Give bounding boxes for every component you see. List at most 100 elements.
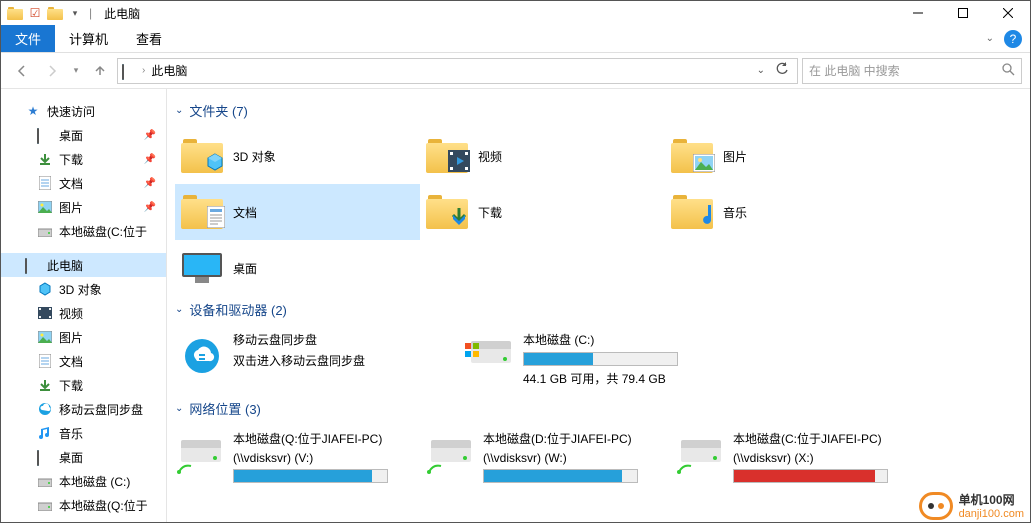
sidebar-item[interactable]: 3D 对象: [1, 277, 166, 301]
sidebar-item[interactable]: 移动云盘同步盘: [1, 397, 166, 421]
folder-name: 视频: [478, 148, 502, 165]
folder-name: 3D 对象: [233, 148, 276, 165]
sidebar-item[interactable]: 本地磁盘(Q:位于: [1, 493, 166, 517]
group-header-network[interactable]: ⌄ 网络位置 (3): [175, 399, 1022, 418]
ribbon: 文件 计算机 查看 ⌄ ?: [1, 25, 1030, 53]
search-box[interactable]: [802, 58, 1022, 84]
sidebar-item[interactable]: 桌面📌: [1, 123, 166, 147]
sidebar-item-label: 图片: [59, 199, 83, 216]
sidebar-quick-access[interactable]: ★ 快速访问: [1, 99, 166, 123]
folder-name: 文档: [233, 204, 257, 221]
sidebar-item-label: 3D 对象: [59, 281, 102, 298]
ribbon-tab-file[interactable]: 文件: [1, 25, 55, 52]
qat-newfolder-icon[interactable]: [47, 5, 63, 21]
folder-name: 下载: [478, 204, 502, 221]
network-drive-tile[interactable]: 本地磁盘(Q:位于JIAFEI-PC) (\\vdisksvr) (V:): [175, 426, 425, 494]
folder-name: 桌面: [233, 260, 257, 277]
navbar: ▾ › 此电脑 ⌄: [1, 53, 1030, 89]
drive-path: (\\vdisksvr) (V:): [233, 451, 388, 465]
network-drive-tile[interactable]: 本地磁盘(C:位于JIAFEI-PC)(\\vdisksvr) (X:): [675, 426, 925, 494]
minimize-button[interactable]: [895, 1, 940, 25]
sidebar-item[interactable]: 视频: [1, 301, 166, 325]
network-drive-icon: [681, 434, 723, 476]
usage-bar: [523, 352, 678, 366]
item-icon: [37, 151, 53, 167]
sidebar-item[interactable]: 下载 📌: [1, 147, 166, 171]
item-icon: [37, 305, 53, 321]
ribbon-tab-computer[interactable]: 计算机: [55, 25, 122, 52]
address-bar[interactable]: › 此电脑 ⌄: [117, 58, 798, 84]
sidebar-item[interactable]: 文档📌: [1, 171, 166, 195]
pin-icon: 📌: [144, 178, 156, 189]
sidebar-this-pc[interactable]: 此电脑: [1, 253, 166, 277]
sidebar-item[interactable]: 桌面: [1, 445, 166, 469]
sidebar-item[interactable]: 文档: [1, 349, 166, 373]
item-icon: [37, 473, 53, 489]
network-drive-icon: [431, 434, 473, 476]
network-drive-tile[interactable]: 本地磁盘(D:位于JIAFEI-PC)(\\vdisksvr) (W:): [425, 426, 675, 494]
search-input[interactable]: [809, 64, 1001, 78]
item-icon: [37, 223, 53, 239]
device-local-c[interactable]: 本地磁盘 (C:) 44.1 GB 可用，共 79.4 GB: [465, 327, 715, 395]
folder-icon: [181, 191, 223, 233]
device-sub: 44.1 GB 可用，共 79.4 GB: [523, 370, 678, 387]
refresh-icon[interactable]: [771, 62, 793, 79]
group-header-devices[interactable]: ⌄ 设备和驱动器 (2): [175, 300, 1022, 319]
device-sub: 双击进入移动云盘同步盘: [233, 352, 365, 369]
group-header-folders[interactable]: ⌄ 文件夹 (7): [175, 101, 1022, 120]
close-button[interactable]: [985, 1, 1030, 25]
sidebar-item-label: 移动云盘同步盘: [59, 401, 143, 418]
sidebar-item-label: 本地磁盘 (C:): [59, 473, 130, 490]
folder-tile[interactable]: 桌面: [175, 240, 420, 296]
main-area: ★ 快速访问 桌面📌下载📌文档📌图片📌本地磁盘(C:位于 此电脑 3D 对象视频…: [1, 89, 1030, 522]
item-icon: [37, 353, 53, 369]
forward-button[interactable]: [39, 58, 65, 84]
drive-icon: [471, 335, 513, 377]
device-name: 本地磁盘 (C:): [523, 331, 678, 348]
titlebar: ☑ ▾ | 此电脑: [1, 1, 1030, 25]
folder-tile[interactable]: 下载: [420, 184, 665, 240]
watermark: 单机100网 danji100.com: [919, 491, 1024, 520]
sidebar-item-label: 桌面: [59, 449, 83, 466]
help-icon[interactable]: ?: [1004, 30, 1022, 48]
ribbon-tab-view[interactable]: 查看: [122, 25, 176, 52]
folder-tile[interactable]: 3D 对象: [175, 128, 420, 184]
sidebar-item[interactable]: 图片📌: [1, 195, 166, 219]
pin-icon: 📌: [144, 130, 156, 141]
search-icon[interactable]: [1001, 62, 1015, 79]
watermark-url: danji100.com: [959, 508, 1024, 520]
pin-icon: 📌: [144, 154, 156, 165]
folder-name: 图片: [723, 148, 747, 165]
folder-tile[interactable]: 图片: [665, 128, 910, 184]
chevron-down-icon: ⌄: [175, 403, 183, 414]
item-icon: [37, 497, 53, 513]
qat-dropdown-icon[interactable]: ▾: [67, 5, 83, 21]
drive-name: 本地磁盘(Q:位于JIAFEI-PC): [233, 430, 388, 447]
folder-icon: [181, 247, 223, 289]
drive-name: 本地磁盘(D:位于JIAFEI-PC): [483, 430, 638, 447]
recent-dropdown-icon[interactable]: ▾: [69, 58, 83, 84]
folder-tile[interactable]: 音乐: [665, 184, 910, 240]
sidebar-item[interactable]: 图片: [1, 325, 166, 349]
device-cloud-sync[interactable]: 移动云盘同步盘 双击进入移动云盘同步盘: [175, 327, 465, 395]
usage-bar: [483, 469, 638, 483]
maximize-button[interactable]: [940, 1, 985, 25]
sidebar-item[interactable]: 本地磁盘 (C:): [1, 469, 166, 493]
ribbon-expand-icon[interactable]: ⌄: [986, 33, 994, 44]
up-button[interactable]: [87, 58, 113, 84]
pc-icon: [122, 65, 138, 77]
back-button[interactable]: [9, 58, 35, 84]
sidebar-item-label: 视频: [59, 305, 83, 322]
item-icon: [37, 127, 53, 143]
folder-icon: [671, 191, 713, 233]
sidebar-item[interactable]: 本地磁盘(C:位于: [1, 219, 166, 243]
folder-name: 音乐: [723, 204, 747, 221]
folder-tile[interactable]: 视频: [420, 128, 665, 184]
sidebar-item[interactable]: 下载: [1, 373, 166, 397]
folder-tile[interactable]: 文档: [175, 184, 420, 240]
sidebar-item-label: 下载: [59, 151, 83, 168]
qat-checkbox-icon[interactable]: ☑: [27, 5, 43, 21]
sidebar-item[interactable]: 音乐: [1, 421, 166, 445]
address-dropdown-icon[interactable]: ⌄: [753, 65, 769, 76]
item-icon: [37, 175, 53, 191]
